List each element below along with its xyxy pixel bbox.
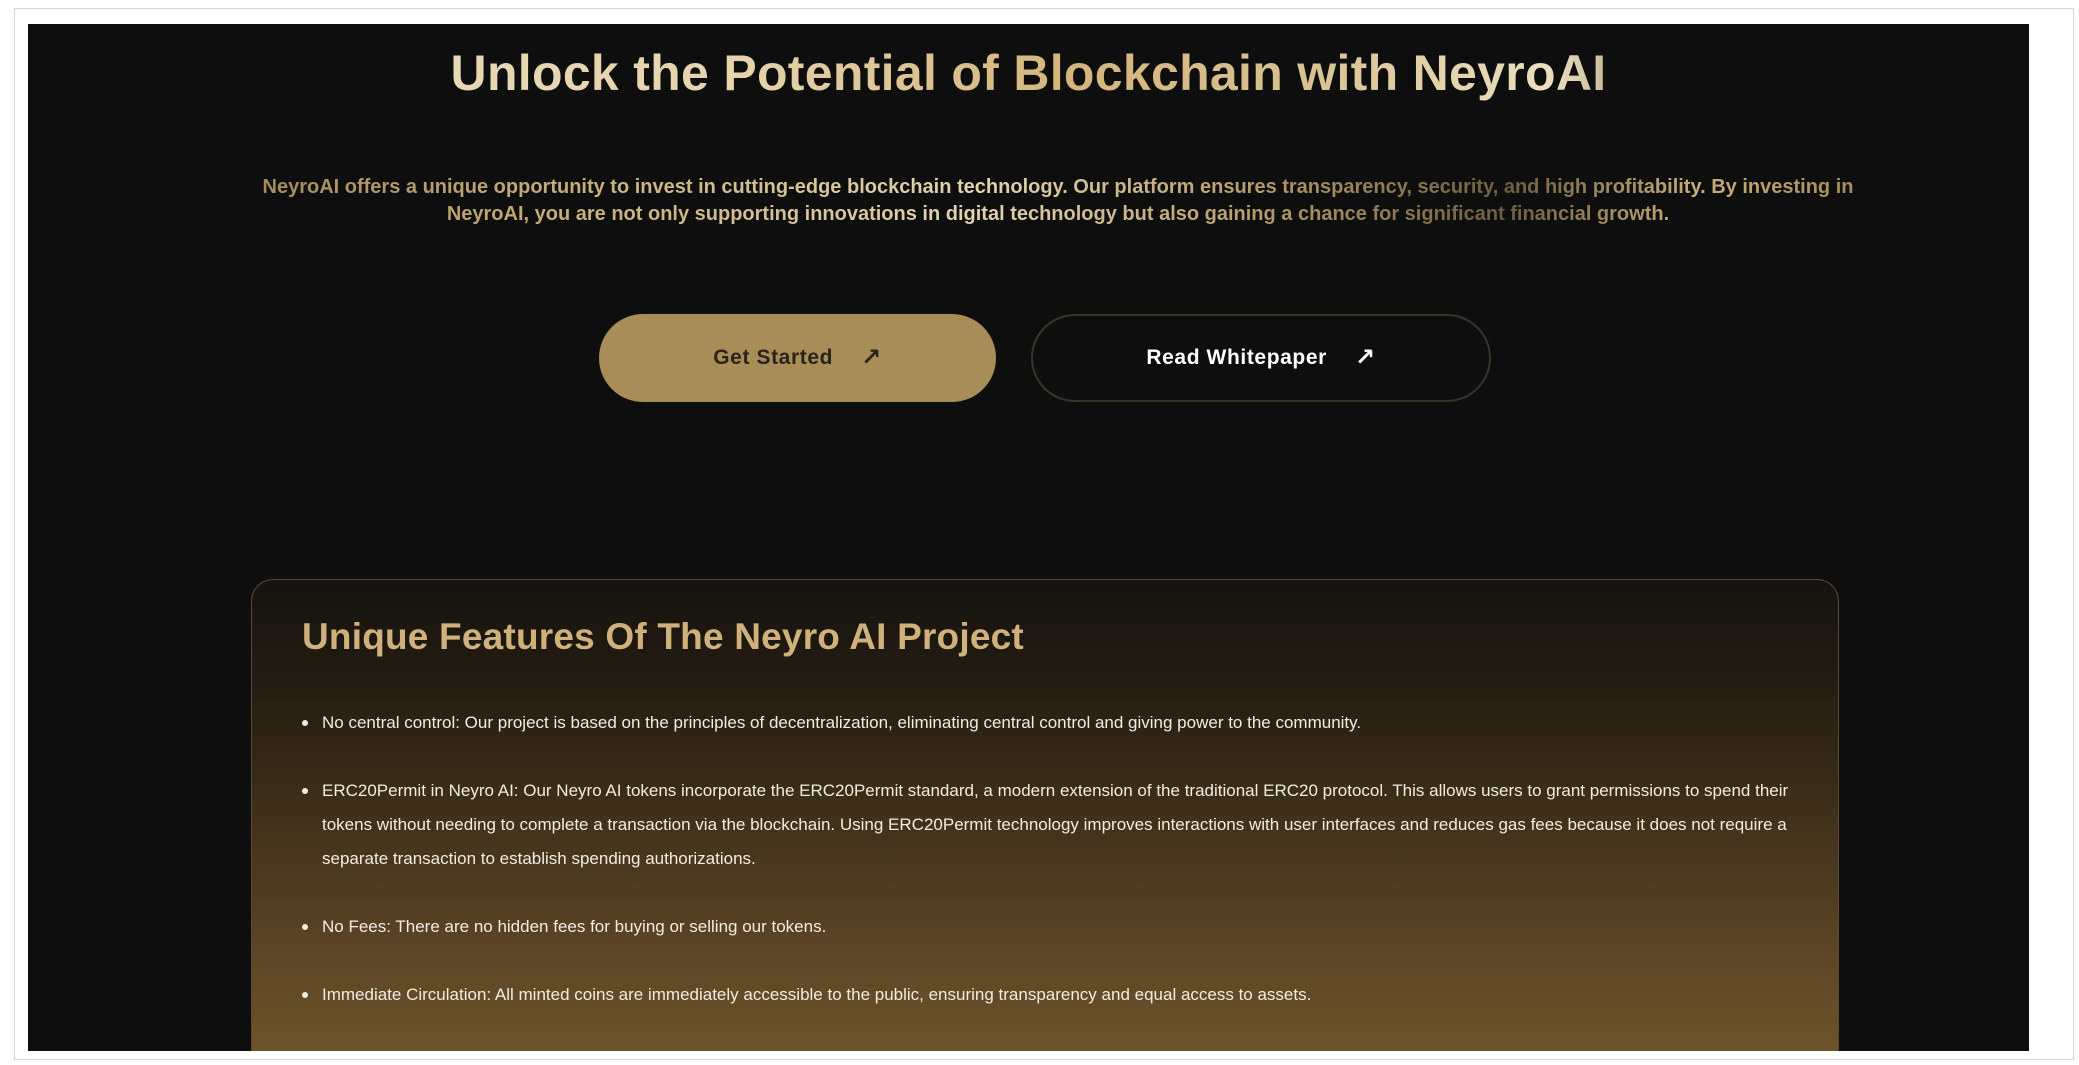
get-started-button[interactable]: Get Started ↗ bbox=[599, 314, 996, 402]
arrow-up-right-icon: ↗ bbox=[1354, 344, 1376, 371]
hero-title: Unlock the Potential of Blockchain with … bbox=[28, 44, 2029, 102]
features-title: Unique Features Of The Neyro AI Project bbox=[302, 616, 1024, 657]
landing-page: Unlock the Potential of Blockchain with … bbox=[28, 24, 2029, 1051]
arrow-up-right-icon: ↗ bbox=[861, 344, 882, 371]
features-card: Unique Features Of The Neyro AI Project … bbox=[251, 579, 1839, 1051]
hero-description: NeyroAI offers a unique opportunity to i… bbox=[258, 174, 1858, 228]
feature-item-no-central-control: No central control: Our project is based… bbox=[302, 706, 1792, 740]
get-started-label: Get Started bbox=[713, 346, 834, 369]
features-list: No central control: Our project is based… bbox=[302, 706, 1792, 1046]
read-whitepaper-button[interactable]: Read Whitepaper ↗ bbox=[1031, 314, 1491, 402]
read-whitepaper-label: Read Whitepaper bbox=[1146, 346, 1327, 369]
feature-item-erc20permit: ERC20Permit in Neyro AI: Our Neyro AI to… bbox=[302, 774, 1792, 876]
feature-item-immediate-circulation: Immediate Circulation: All minted coins … bbox=[302, 978, 1792, 1012]
feature-item-no-fees: No Fees: There are no hidden fees for bu… bbox=[302, 910, 1792, 944]
